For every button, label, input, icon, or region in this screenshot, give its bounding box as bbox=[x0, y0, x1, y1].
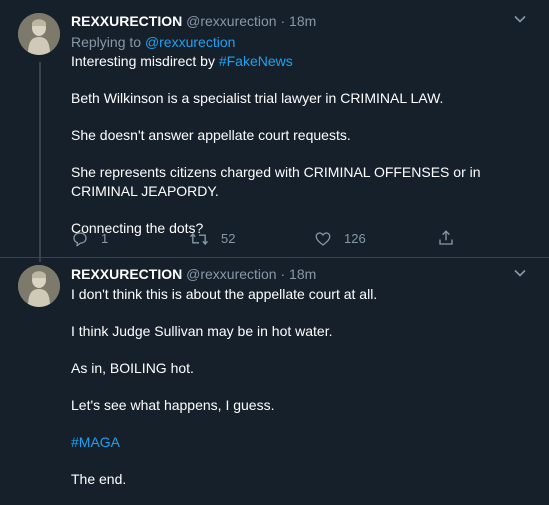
tweet-1[interactable]: REXXURECTION @rexxurection · 18m Replyin… bbox=[0, 0, 549, 262]
tweet-paragraph: I think Judge Sullivan may be in hot wat… bbox=[71, 323, 333, 339]
replying-to: Replying to @rexxurection bbox=[71, 33, 235, 52]
share-button[interactable] bbox=[437, 229, 467, 247]
tweet-paragraph: She doesn't answer appellate court reque… bbox=[71, 127, 351, 143]
like-count: 126 bbox=[344, 231, 366, 246]
tweet-paragraph: Let's see what happens, I guess. bbox=[71, 397, 275, 413]
user-handle[interactable]: @rexxurection bbox=[186, 13, 276, 29]
replying-to-handle[interactable]: @rexxurection bbox=[145, 34, 235, 50]
tweet-line-1: Interesting misdirect by #FakeNews bbox=[71, 52, 531, 71]
tweet-paragraph: She represents citizens charged with CRI… bbox=[71, 164, 481, 199]
hashtag-link[interactable]: #MAGA bbox=[71, 433, 531, 452]
replying-to-label: Replying to bbox=[71, 34, 142, 50]
separator-dot: · bbox=[280, 13, 286, 29]
timestamp[interactable]: 18m bbox=[289, 266, 316, 282]
retweet-count: 52 bbox=[221, 231, 236, 246]
tweet-paragraph: Beth Wilkinson is a specialist trial law… bbox=[71, 90, 444, 106]
tweet-2[interactable]: REXXURECTION @rexxurection · 18m I don't… bbox=[0, 258, 549, 487]
like-button[interactable]: 126 bbox=[314, 229, 366, 248]
timestamp[interactable]: 18m bbox=[289, 13, 316, 29]
retweet-icon bbox=[190, 232, 208, 245]
hashtag-link[interactable]: #FakeNews bbox=[219, 53, 293, 69]
display-name[interactable]: REXXURECTION bbox=[71, 13, 182, 29]
tweet-header: REXXURECTION @rexxurection · 18m bbox=[71, 265, 316, 284]
user-handle[interactable]: @rexxurection bbox=[186, 266, 276, 282]
chevron-down-icon[interactable] bbox=[513, 12, 527, 26]
tweet-paragraph: As in, BOILING hot. bbox=[71, 360, 194, 376]
tweet-header: REXXURECTION @rexxurection · 18m bbox=[71, 12, 316, 31]
avatar[interactable] bbox=[18, 13, 60, 55]
tweet-body: Interesting misdirect by #FakeNews Beth … bbox=[71, 52, 531, 254]
retweet-button[interactable]: 52 bbox=[189, 229, 235, 248]
reply-count: 1 bbox=[101, 231, 109, 246]
reply-icon bbox=[73, 231, 87, 246]
reply-button[interactable]: 1 bbox=[71, 229, 108, 248]
separator-dot: · bbox=[280, 266, 286, 282]
tweet-paragraph: I don't think this is about the appellat… bbox=[71, 286, 378, 302]
tweet-actions: 1 52 126 bbox=[71, 229, 471, 249]
tweet-text: Interesting misdirect by bbox=[71, 53, 219, 69]
thread-connector-line bbox=[39, 62, 41, 262]
display-name[interactable]: REXXURECTION bbox=[71, 266, 182, 282]
chevron-down-icon[interactable] bbox=[513, 266, 527, 280]
tweet-body: I don't think this is about the appellat… bbox=[71, 285, 531, 505]
avatar[interactable] bbox=[18, 265, 60, 307]
like-icon bbox=[315, 231, 331, 246]
share-icon bbox=[439, 230, 453, 245]
